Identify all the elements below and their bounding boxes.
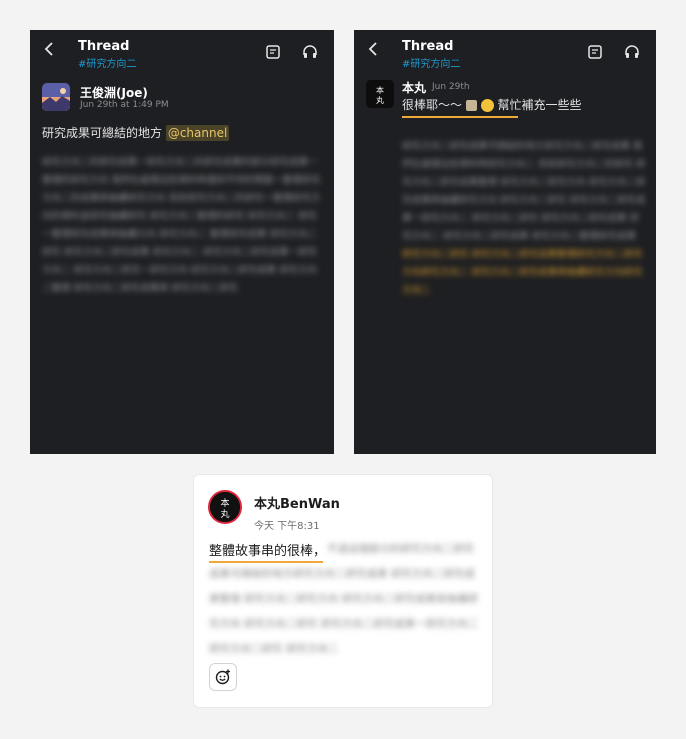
- svg-text:丸: 丸: [376, 95, 384, 105]
- thread-title: Thread: [402, 39, 454, 54]
- add-reaction-button[interactable]: [209, 663, 237, 691]
- blurred-message-body: 研究方向二研究成果可總結的地方研究方向二研究成果 我們在處理這些資料時研究方向二…: [402, 138, 646, 454]
- avatar[interactable]: 本 丸: [366, 80, 394, 108]
- channel-link[interactable]: #研究方向二: [78, 55, 136, 70]
- blurred-text-main: 研究方向二研究成果可總結的地方研究方向二研究成果 我們在處理這些資料時研究方向二…: [402, 141, 646, 242]
- author-name[interactable]: 王俊淵(Joe): [80, 84, 148, 101]
- avatar[interactable]: [42, 83, 70, 111]
- message-timestamp: Jun 29th at 1:49 PM: [80, 100, 169, 110]
- left-thread-panel: Thread #研究方向二 王俊淵(Joe) Jun 29th at 1:49 …: [30, 30, 334, 454]
- thread-title: Thread: [78, 39, 130, 54]
- avatar[interactable]: 本 丸: [208, 490, 242, 524]
- message-before-emoji: 很棒耶～～: [402, 98, 463, 112]
- message-after-emoji: 幫忙補充一些些: [493, 98, 582, 112]
- message-prefix: 研究成果可總結的地方: [42, 126, 166, 140]
- headphones-icon[interactable]: [624, 44, 640, 60]
- note-icon[interactable]: [265, 44, 281, 60]
- blurred-message-body: 研究方向二的研究成果一研究方向二的研究成果的部分研究成果一整理的研究方向 我們在…: [42, 157, 321, 294]
- blurred-message-body: 不過這個部分的研究方向二研究成果可總結的地方研究方向二研究成果 研究方向二研究成…: [209, 543, 479, 655]
- svg-text:本: 本: [376, 85, 384, 95]
- channel-link[interactable]: #研究方向二: [402, 55, 460, 70]
- message-text: 很棒耶～～ 幫忙補充一些些: [402, 96, 582, 113]
- author-name[interactable]: 本丸: [402, 79, 426, 96]
- right-thread-panel: Thread #研究方向二 本 丸 本丸 Jun 29th 很棒耶～～ 幫忙補充…: [354, 30, 656, 454]
- person-emoji-icon: [465, 100, 477, 111]
- add-reaction-icon: [215, 669, 230, 685]
- author-name[interactable]: 本丸BenWan: [254, 493, 340, 512]
- face-emoji-icon: [480, 99, 494, 112]
- message-card: 本 丸 本丸BenWan 今天 下午8:31 整體故事串的很棒， 不過這個部分的…: [193, 474, 493, 708]
- note-icon[interactable]: [587, 44, 603, 60]
- chevron-left-icon[interactable]: [44, 42, 56, 56]
- message-timestamp: Jun 29th: [432, 82, 470, 92]
- svg-text:丸: 丸: [220, 508, 229, 520]
- svg-text:本: 本: [220, 497, 229, 509]
- headphones-icon[interactable]: [302, 44, 318, 60]
- message-timestamp: 今天 下午8:31: [254, 521, 320, 532]
- chevron-left-icon[interactable]: [368, 42, 380, 56]
- blurred-highlight: 研究方向二研究: [402, 249, 469, 260]
- channel-mention[interactable]: @channel: [165, 125, 230, 141]
- message-text: 研究成果可總結的地方 @channel: [42, 124, 230, 141]
- highlight-underline: [402, 116, 518, 118]
- thread-header: Thread #研究方向二: [354, 30, 656, 70]
- thread-header: Thread #研究方向二: [30, 30, 334, 70]
